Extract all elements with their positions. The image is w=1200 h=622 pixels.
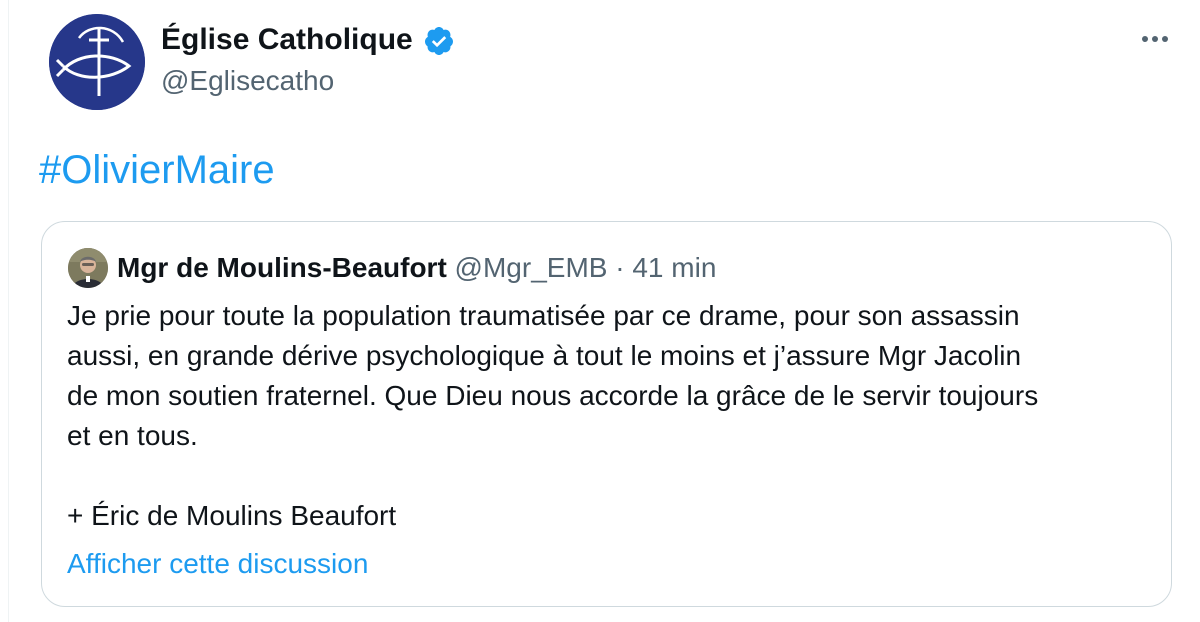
- separator-dot: ·: [615, 252, 625, 283]
- quoted-author-handle[interactable]: @Mgr_EMB: [455, 252, 608, 283]
- quoted-text-signature: + Éric de Moulins Beaufort: [67, 500, 397, 531]
- quoted-tweet-card[interactable]: Mgr de Moulins-Beaufort @Mgr_EMB · 41 mi…: [41, 221, 1172, 607]
- quoted-text-line: Je prie pour toute la population traumat…: [67, 300, 1020, 331]
- quoted-author-name[interactable]: Mgr de Moulins-Beaufort: [117, 252, 447, 283]
- quoted-text-line: de mon soutien fraternel. Que Dieu nous …: [67, 380, 1039, 411]
- quoted-tweet-header: Mgr de Moulins-Beaufort @Mgr_EMB · 41 mi…: [117, 250, 716, 286]
- author-handle[interactable]: @Eglisecatho: [161, 62, 334, 100]
- author-name[interactable]: Église Catholique: [161, 20, 413, 60]
- profile-photo-icon: [68, 248, 108, 288]
- author-avatar[interactable]: [49, 14, 145, 110]
- quoted-text-line: et en tous.: [67, 420, 198, 451]
- verified-badge-icon: [424, 27, 453, 55]
- quoted-tweet-time[interactable]: 41 min: [632, 252, 716, 283]
- show-thread-link[interactable]: Afficher cette discussion: [67, 545, 368, 583]
- quoted-author-avatar[interactable]: [68, 248, 108, 288]
- hashtag-link[interactable]: #OlivierMaire: [39, 146, 275, 194]
- quoted-text-blank: [67, 456, 1147, 496]
- quoted-text-line: aussi, en grande dérive psychologique à …: [67, 340, 1022, 371]
- more-horizontal-icon: [1142, 36, 1168, 42]
- church-cross-logo-icon: [49, 14, 145, 110]
- quoted-tweet-text: Je prie pour toute la population traumat…: [67, 296, 1147, 536]
- tweet: Église Catholique @Eglisecatho #OlivierM…: [8, 0, 1200, 622]
- more-options-button[interactable]: [1135, 24, 1175, 54]
